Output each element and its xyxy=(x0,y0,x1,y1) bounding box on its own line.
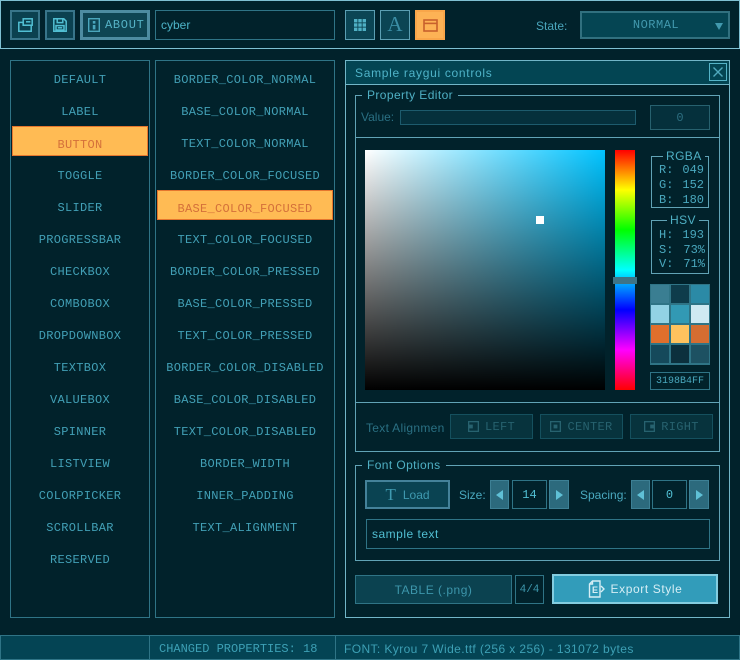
svg-text:E: E xyxy=(592,585,598,595)
